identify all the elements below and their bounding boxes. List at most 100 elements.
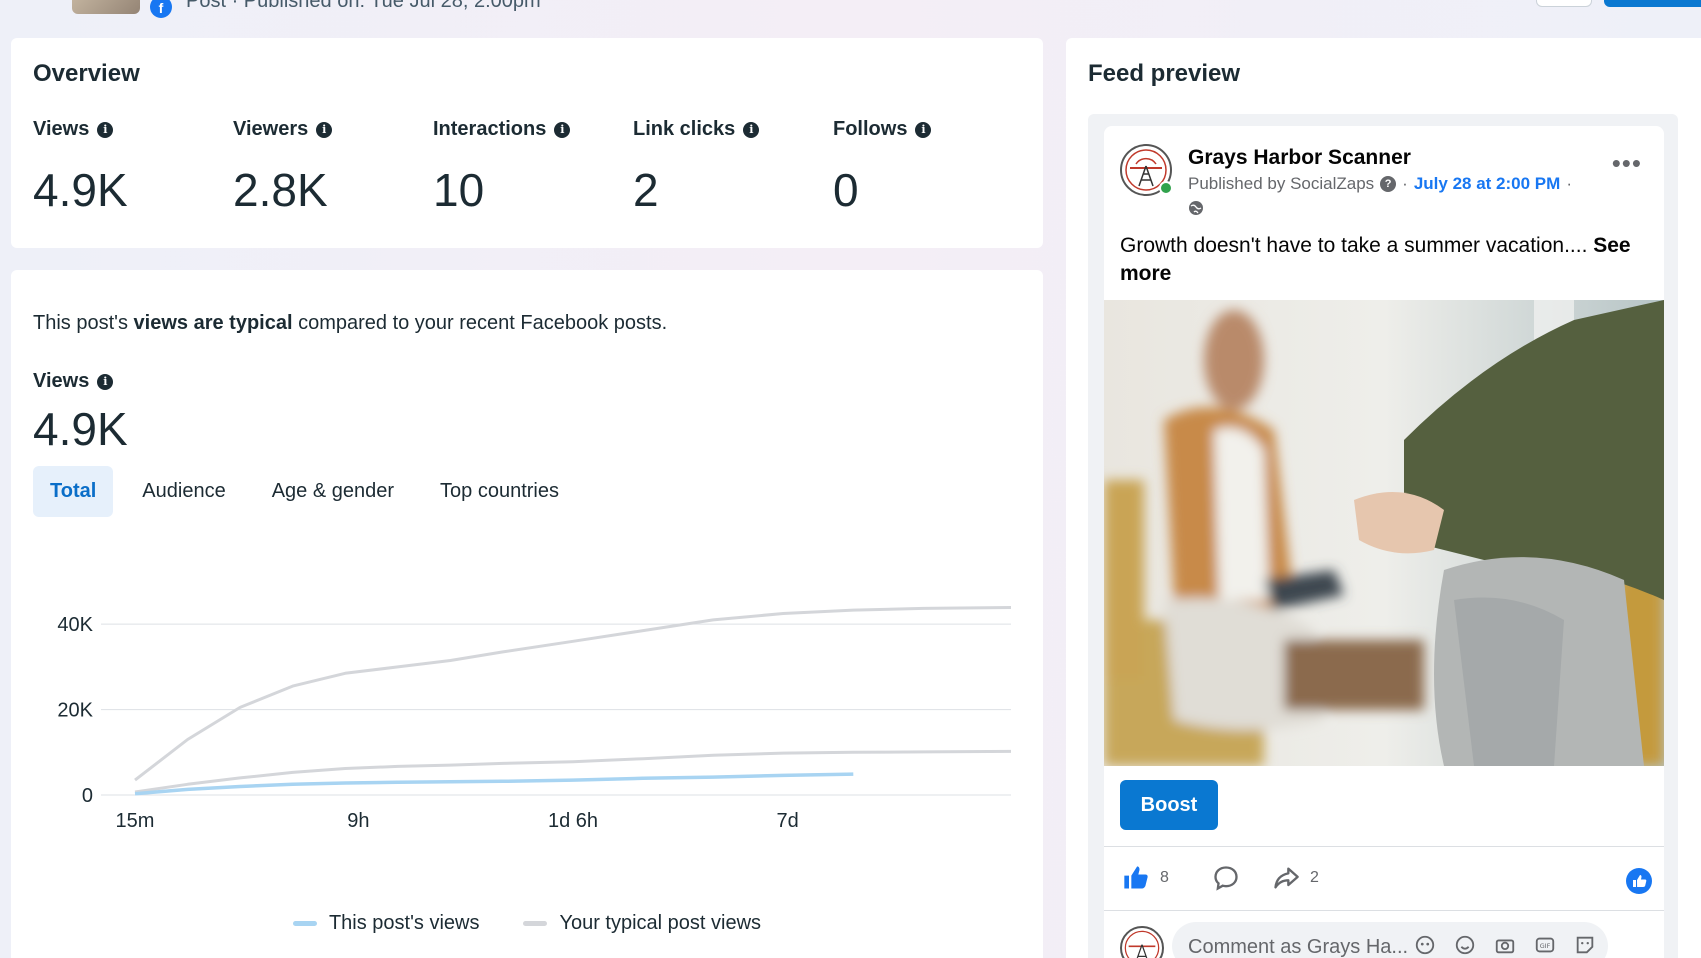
reaction-like-badge-icon[interactable] bbox=[1626, 868, 1652, 894]
commenter-avatar[interactable] bbox=[1120, 926, 1164, 958]
post-text: Growth doesn't have to take a summer vac… bbox=[1120, 232, 1650, 288]
typical-sentence: This post's views are typical compared t… bbox=[33, 312, 667, 335]
feed-preview-title: Feed preview bbox=[1088, 60, 1241, 87]
legend-typical[interactable]: Your typical post views bbox=[523, 912, 761, 935]
metric-value: 2.8K bbox=[233, 164, 328, 216]
breakdown-tabs: Total Audience Age & gender Top countrie… bbox=[33, 466, 588, 517]
legend-swatch bbox=[292, 921, 317, 926]
views-line-chart: 0 20K 40K 15m 9h 1d 6h 7d bbox=[57, 606, 1012, 832]
like-count: 8 bbox=[1160, 869, 1169, 886]
feed-preview-card: Feed preview Grays Harbor Scanner Publis… bbox=[1066, 38, 1701, 958]
post-frame: Grays Harbor Scanner Published by Social… bbox=[1088, 114, 1678, 958]
boost-button[interactable]: Boost bbox=[1120, 780, 1218, 830]
legend-label: Your typical post views bbox=[559, 912, 762, 934]
sentence-post: compared to your recent Facebook posts. bbox=[292, 312, 668, 334]
published-by: Published by SocialZaps bbox=[1188, 174, 1375, 193]
legend-this-post[interactable]: This post's views bbox=[292, 912, 480, 935]
avatar-sticker-icon[interactable] bbox=[1414, 934, 1436, 956]
online-status-dot bbox=[1159, 181, 1173, 195]
post-date-link[interactable]: July 28 at 2:00 PM bbox=[1414, 174, 1560, 194]
views-card: This post's views are typical compared t… bbox=[11, 270, 1043, 958]
post-thumbnail bbox=[72, 0, 140, 14]
x-tick-label: 7d bbox=[776, 810, 798, 832]
top-action-button[interactable] bbox=[1536, 0, 1592, 7]
thumbs-up-icon bbox=[1124, 866, 1148, 889]
svg-text:GIF: GIF bbox=[1540, 942, 1551, 950]
gif-icon[interactable]: GIF bbox=[1534, 934, 1556, 956]
y-tick-label: 40K bbox=[57, 614, 93, 636]
metric-link-clicks: Link clicks i 2 bbox=[633, 118, 760, 217]
share-arrow-icon bbox=[1274, 867, 1299, 889]
post-photo bbox=[1104, 300, 1664, 766]
share-count: 2 bbox=[1310, 869, 1319, 886]
metric-value: 0 bbox=[833, 164, 859, 216]
typical-upper-line bbox=[134, 606, 1012, 782]
emoji-icon[interactable] bbox=[1454, 934, 1476, 956]
tab-top-countries[interactable]: Top countries bbox=[423, 466, 576, 517]
post-image[interactable] bbox=[1104, 300, 1664, 766]
top-strip: f Post · Published on: Tue Jul 28, 2:00p… bbox=[0, 0, 1701, 36]
y-tick-label: 20K bbox=[57, 700, 93, 722]
facebook-post: Grays Harbor Scanner Published by Social… bbox=[1104, 126, 1664, 958]
divider bbox=[1104, 846, 1664, 847]
radio-tower-icon bbox=[1124, 930, 1160, 958]
metric-label: Follows bbox=[833, 118, 908, 140]
metric-value: 4.9K bbox=[33, 164, 128, 216]
metric-label: Link clicks bbox=[633, 118, 736, 140]
published-line: Published by SocialZaps ? · July 28 at 2… bbox=[1188, 174, 1572, 194]
comment-placeholder: Comment as Grays Ha... bbox=[1188, 936, 1409, 958]
metric-views: Views i 4.9K bbox=[33, 118, 128, 217]
globe-icon bbox=[1188, 200, 1204, 221]
info-icon[interactable]: i bbox=[97, 121, 114, 138]
page-name[interactable]: Grays Harbor Scanner bbox=[1188, 146, 1411, 170]
more-options-icon[interactable]: ••• bbox=[1612, 148, 1642, 179]
chart-legend: This post's views Your typical post view… bbox=[11, 912, 1043, 935]
metric-value: 10 bbox=[433, 164, 485, 216]
post-actions: 8 2 bbox=[1122, 856, 1652, 902]
post-body: Growth doesn't have to take a summer vac… bbox=[1120, 234, 1588, 257]
top-primary-button[interactable] bbox=[1604, 0, 1701, 7]
question-icon[interactable]: ? bbox=[1380, 176, 1397, 192]
metric-value: 2 bbox=[633, 164, 659, 216]
info-icon[interactable]: i bbox=[554, 121, 571, 138]
comment-composer: Comment as Grays Ha... GIF bbox=[1120, 918, 1650, 958]
views-value: 4.9K bbox=[33, 403, 128, 455]
metric-viewers: Viewers i 2.8K bbox=[233, 118, 333, 217]
metric-label: Viewers bbox=[233, 118, 309, 140]
tab-total[interactable]: Total bbox=[33, 466, 114, 517]
like-action[interactable]: 8 bbox=[1122, 864, 1169, 892]
info-icon[interactable]: i bbox=[316, 121, 333, 138]
divider bbox=[1104, 910, 1664, 911]
info-icon[interactable]: i bbox=[97, 373, 114, 390]
x-tick-label: 15m bbox=[116, 810, 155, 832]
legend-label: This post's views bbox=[328, 912, 480, 934]
facebook-icon: f bbox=[150, 0, 172, 18]
page-avatar[interactable] bbox=[1120, 144, 1173, 196]
x-tick-label: 1d 6h bbox=[548, 810, 598, 832]
comment-bubble-icon bbox=[1214, 866, 1238, 891]
share-action[interactable]: 2 bbox=[1272, 864, 1319, 892]
y-tick-label: 0 bbox=[82, 785, 93, 807]
metric-interactions: Interactions i 10 bbox=[433, 118, 571, 217]
metric-label: Interactions bbox=[433, 118, 547, 140]
info-icon[interactable]: i bbox=[915, 121, 932, 138]
overview-title: Overview bbox=[33, 60, 140, 87]
comment-input[interactable]: Comment as Grays Ha... GIF bbox=[1172, 922, 1608, 958]
sentence-pre: This post's bbox=[33, 312, 134, 334]
metric-label: Views bbox=[33, 118, 90, 140]
x-tick-label: 9h bbox=[347, 810, 369, 832]
metric-follows: Follows i 0 bbox=[833, 118, 932, 217]
comment-action[interactable] bbox=[1212, 864, 1240, 892]
legend-swatch bbox=[523, 921, 548, 926]
info-icon[interactable]: i bbox=[743, 121, 760, 138]
views-label-text: Views bbox=[33, 370, 90, 392]
sticker-icon[interactable] bbox=[1574, 934, 1596, 956]
comment-tools: GIF bbox=[1414, 934, 1596, 956]
post-published-info: Post · Published on: Tue Jul 28, 2:00pm bbox=[186, 0, 541, 12]
tab-age-gender[interactable]: Age & gender bbox=[255, 466, 411, 517]
overview-card: Overview Views i 4.9K Viewers i 2.8K Inter… bbox=[11, 38, 1043, 248]
views-label: Views i bbox=[33, 370, 114, 393]
camera-icon[interactable] bbox=[1494, 934, 1516, 956]
sentence-bold: views are typical bbox=[133, 312, 293, 334]
tab-audience[interactable]: Audience bbox=[125, 466, 242, 517]
